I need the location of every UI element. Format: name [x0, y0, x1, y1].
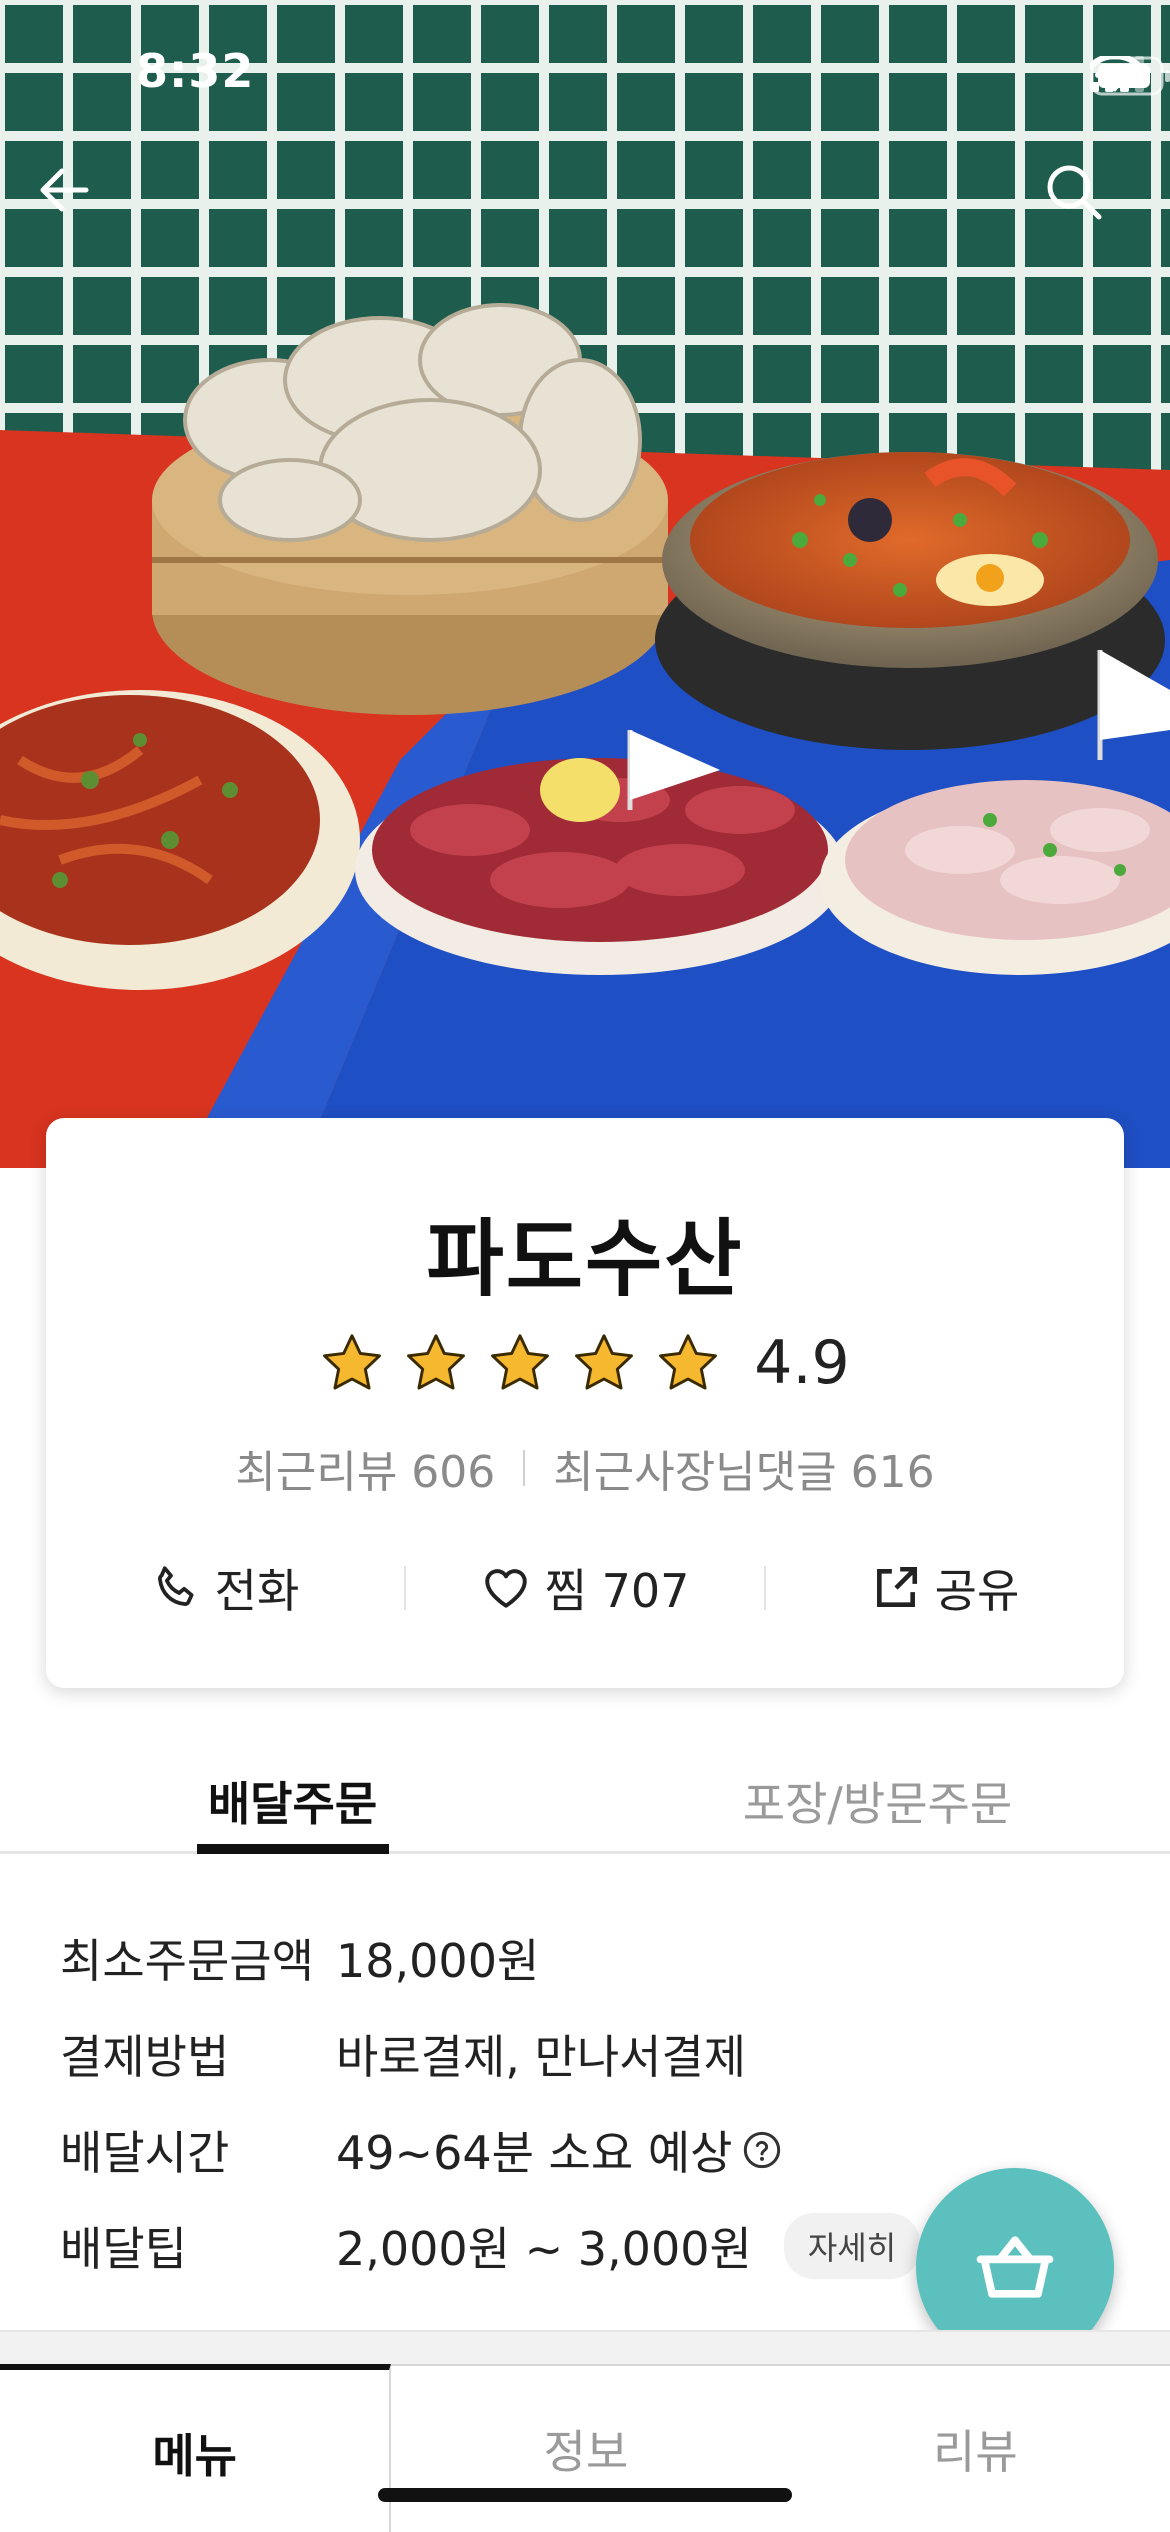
phone-icon — [157, 1566, 194, 1606]
info-row-delivery-time: 배달시간 49~64분 소요 예상 — [60, 2102, 960, 2198]
rating-row[interactable]: 4.9 — [46, 1328, 1124, 1398]
delivery-time-value: 49~64분 소요 예상 — [336, 2126, 733, 2180]
search-button[interactable] — [1044, 162, 1134, 252]
tab-review-label: 리뷰 — [933, 2425, 1018, 2479]
heart-icon — [484, 1569, 527, 1608]
delivery-info-list: 최소주문금액 18,000원 결제방법 바로결제, 만나서결제 배달시간 49~… — [60, 1910, 960, 2294]
rating-value: 4.9 — [754, 1328, 850, 1398]
star-icon — [407, 1334, 466, 1390]
star-icon — [575, 1334, 634, 1390]
search-icon — [1047, 165, 1102, 220]
tab-menu[interactable]: 메뉴 — [0, 2364, 392, 2532]
recent-review-count[interactable]: 최근리뷰 606 — [235, 1436, 495, 1500]
active-tab-indicator — [196, 1844, 389, 1854]
call-button[interactable]: 전화 — [46, 1538, 404, 1638]
store-info-card: 파도수산 4.9 최근리뷰 606 최근사장님댓글 616 전화 찜 707 공… — [46, 1118, 1124, 1688]
payment-value: 바로결제, 만나서결제 — [336, 2030, 747, 2084]
tab-info[interactable]: 정보 — [391, 2364, 781, 2532]
order-type-tabs: 배달주문 포장/방문주문 — [0, 1740, 1170, 1854]
divider — [523, 1450, 526, 1486]
delivery-time-group: 49~64분 소요 예상 — [336, 2117, 782, 2183]
home-indicator — [378, 2488, 792, 2502]
delivery-time-label: 배달시간 — [60, 2126, 230, 2180]
share-icon — [876, 1566, 917, 1607]
min-order-label: 최소주문금액 — [60, 1934, 314, 1988]
food-photo-illustration — [0, 0, 1170, 1168]
review-summary[interactable]: 최근리뷰 606 최근사장님댓글 616 — [46, 1436, 1124, 1500]
tab-info-label: 정보 — [543, 2425, 629, 2479]
tab-delivery-order[interactable]: 배달주문 — [0, 1740, 585, 1854]
arrow-left-icon — [40, 168, 89, 212]
status-bar: 8:32 — [0, 0, 1170, 150]
info-row-min-order: 최소주문금액 18,000원 — [60, 1910, 960, 2006]
min-order-value: 18,000원 — [336, 1934, 540, 1988]
store-detail-tabs: 메뉴 정보 리뷰 — [0, 2364, 1170, 2532]
delivery-tip-value: 2,000원 ~ 3,000원 — [336, 2222, 752, 2276]
tab-delivery-label: 배달주문 — [207, 1777, 378, 1831]
question-circle-icon[interactable] — [742, 2130, 782, 2170]
tab-review[interactable]: 리뷰 — [780, 2364, 1170, 2532]
like-label: 찜 707 — [544, 1564, 690, 1618]
back-button[interactable] — [36, 162, 126, 252]
like-button[interactable]: 찜 707 — [406, 1538, 764, 1638]
status-time: 8:32 — [136, 44, 255, 98]
delivery-tip-label: 배달팁 — [60, 2222, 187, 2276]
section-divider — [0, 2330, 1170, 2364]
share-button[interactable]: 공유 — [766, 1538, 1124, 1638]
share-label: 공유 — [934, 1564, 1020, 1618]
info-row-delivery-tip: 배달팁 2,000원 ~ 3,000원 자세히 — [60, 2198, 960, 2294]
delivery-tip-detail-button[interactable]: 자세히 — [783, 2213, 921, 2279]
call-label: 전화 — [214, 1564, 300, 1618]
delivery-tip-group: 2,000원 ~ 3,000원 자세히 — [336, 2213, 921, 2279]
tab-pickup-order[interactable]: 포장/방문주문 — [585, 1740, 1170, 1851]
store-name: 파도수산 — [426, 1210, 744, 1308]
tab-menu-label: 메뉴 — [152, 2429, 237, 2483]
star-icon — [323, 1334, 382, 1390]
store-actions: 전화 찜 707 공유 — [46, 1538, 1124, 1638]
info-row-payment: 결제방법 바로결제, 만나서결제 — [60, 2006, 960, 2102]
store-hero-photo: 8:32 — [0, 0, 1170, 1168]
tab-pickup-label: 포장/방문주문 — [742, 1777, 1013, 1831]
owner-reply-count[interactable]: 최근사장님댓글 616 — [553, 1436, 934, 1500]
star-icon — [491, 1334, 550, 1390]
basket-icon — [976, 2236, 1054, 2298]
payment-label: 결제방법 — [60, 2030, 230, 2084]
star-icon — [659, 1334, 718, 1390]
battery-icon — [1090, 56, 1170, 96]
